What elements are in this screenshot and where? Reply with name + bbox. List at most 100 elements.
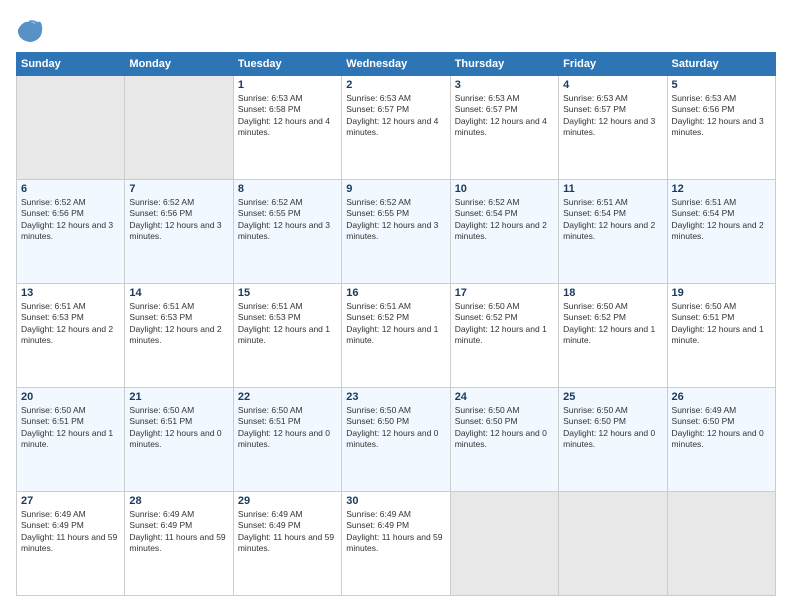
day-info: Sunrise: 6:53 AMSunset: 6:58 PMDaylight:… [238,93,337,139]
calendar-cell: 9Sunrise: 6:52 AMSunset: 6:55 PMDaylight… [342,180,450,284]
calendar-cell: 27 Sunrise: 6:49 AMSunset: 6:49 PMDayligh… [17,492,125,596]
calendar-cell: 16 Sunrise: 6:51 AMSunset: 6:52 PMDayligh… [342,284,450,388]
day-info: Sunrise: 6:52 AMSunset: 6:56 PMDaylight:… [129,197,228,243]
calendar-cell: 7 Sunrise: 6:52 AMSunset: 6:56 PMDaylight… [125,180,233,284]
day-info: Sunrise: 6:49 AMSunset: 6:50 PMDaylight:… [672,405,771,451]
calendar-week-row: 20Sunrise: 6:50 AMSunset: 6:51 PMDayligh… [17,388,776,492]
calendar-cell: 20Sunrise: 6:50 AMSunset: 6:51 PMDayligh… [17,388,125,492]
day-info: Sunrise: 6:51 AMSunset: 6:53 PMDaylight:… [21,301,120,347]
day-number: 21 [129,391,228,403]
day-info: Sunrise: 6:51 AMSunset: 6:53 PMDaylight:… [129,301,228,347]
day-info: Sunrise: 6:50 AMSunset: 6:50 PMDaylight:… [346,405,445,451]
day-number: 5 [672,79,771,91]
page: SundayMondayTuesdayWednesdayThursdayFrid… [0,0,792,612]
calendar-cell [125,76,233,180]
day-number: 1 [238,79,337,91]
day-number: 6 [21,183,120,195]
calendar-cell: 21 Sunrise: 6:50 AMSunset: 6:51 PMDayligh… [125,388,233,492]
day-info: Sunrise: 6:51 AMSunset: 6:53 PMDaylight:… [238,301,337,347]
calendar-cell: 22 Sunrise: 6:50 AMSunset: 6:51 PMDayligh… [233,388,341,492]
calendar-cell: 19Sunrise: 6:50 AMSunset: 6:51 PMDayligh… [667,284,775,388]
day-number: 15 [238,287,337,299]
calendar-cell: 4 Sunrise: 6:53 AMSunset: 6:57 PMDaylight… [559,76,667,180]
day-number: 30 [346,495,445,507]
day-number: 7 [129,183,228,195]
calendar-table: SundayMondayTuesdayWednesdayThursdayFrid… [16,52,776,596]
day-number: 11 [563,183,662,195]
calendar-cell: 13 Sunrise: 6:51 AMSunset: 6:53 PMDayligh… [17,284,125,388]
day-header: Tuesday [233,53,341,76]
day-header: Friday [559,53,667,76]
day-number: 3 [455,79,554,91]
calendar-week-row: 13 Sunrise: 6:51 AMSunset: 6:53 PMDayligh… [17,284,776,388]
day-info: Sunrise: 6:50 AMSunset: 6:51 PMDaylight:… [129,405,228,451]
header [16,16,776,44]
day-number: 14 [129,287,228,299]
day-number: 26 [672,391,771,403]
calendar-cell [450,492,558,596]
day-header: Thursday [450,53,558,76]
day-info: Sunrise: 6:50 AMSunset: 6:51 PMDaylight:… [21,405,120,451]
day-info: Sunrise: 6:50 AMSunset: 6:52 PMDaylight:… [563,301,662,347]
calendar-cell: 18 Sunrise: 6:50 AMSunset: 6:52 PMDayligh… [559,284,667,388]
calendar-cell: 23 Sunrise: 6:50 AMSunset: 6:50 PMDayligh… [342,388,450,492]
calendar-cell: 26 Sunrise: 6:49 AMSunset: 6:50 PMDayligh… [667,388,775,492]
day-info: Sunrise: 6:51 AMSunset: 6:54 PMDaylight:… [672,197,771,243]
day-info: Sunrise: 6:52 AMSunset: 6:55 PMDaylight:… [238,197,337,243]
calendar-cell [559,492,667,596]
day-info: Sunrise: 6:53 AMSunset: 6:57 PMDaylight:… [346,93,445,139]
calendar-cell: 10Sunrise: 6:52 AMSunset: 6:54 PMDayligh… [450,180,558,284]
day-number: 13 [21,287,120,299]
calendar-cell: 25 Sunrise: 6:50 AMSunset: 6:50 PMDayligh… [559,388,667,492]
day-info: Sunrise: 6:50 AMSunset: 6:50 PMDaylight:… [455,405,554,451]
calendar-cell [667,492,775,596]
day-info: Sunrise: 6:50 AMSunset: 6:51 PMDaylight:… [238,405,337,451]
calendar-cell: 11 Sunrise: 6:51 AMSunset: 6:54 PMDayligh… [559,180,667,284]
calendar-cell: 8 Sunrise: 6:52 AMSunset: 6:55 PMDaylight… [233,180,341,284]
day-number: 8 [238,183,337,195]
calendar-cell: 17 Sunrise: 6:50 AMSunset: 6:52 PMDayligh… [450,284,558,388]
day-number: 23 [346,391,445,403]
calendar-cell: 12 Sunrise: 6:51 AMSunset: 6:54 PMDayligh… [667,180,775,284]
day-header: Saturday [667,53,775,76]
day-number: 24 [455,391,554,403]
calendar-header-row: SundayMondayTuesdayWednesdayThursdayFrid… [17,53,776,76]
day-info: Sunrise: 6:53 AMSunset: 6:57 PMDaylight:… [563,93,662,139]
day-number: 22 [238,391,337,403]
day-number: 2 [346,79,445,91]
day-info: Sunrise: 6:50 AMSunset: 6:52 PMDaylight:… [455,301,554,347]
day-number: 16 [346,287,445,299]
day-info: Sunrise: 6:49 AMSunset: 6:49 PMDaylight:… [21,509,120,555]
day-number: 19 [672,287,771,299]
day-info: Sunrise: 6:51 AMSunset: 6:52 PMDaylight:… [346,301,445,347]
day-info: Sunrise: 6:53 AMSunset: 6:57 PMDaylight:… [455,93,554,139]
day-info: Sunrise: 6:49 AMSunset: 6:49 PMDaylight:… [129,509,228,555]
day-info: Sunrise: 6:50 AMSunset: 6:50 PMDaylight:… [563,405,662,451]
calendar-cell: 1 Sunrise: 6:53 AMSunset: 6:58 PMDaylight… [233,76,341,180]
calendar-cell: 24 Sunrise: 6:50 AMSunset: 6:50 PMDayligh… [450,388,558,492]
calendar-cell: 15 Sunrise: 6:51 AMSunset: 6:53 PMDayligh… [233,284,341,388]
calendar-cell: 30 Sunrise: 6:49 AMSunset: 6:49 PMDayligh… [342,492,450,596]
calendar-week-row: 27 Sunrise: 6:49 AMSunset: 6:49 PMDayligh… [17,492,776,596]
day-number: 12 [672,183,771,195]
day-header: Monday [125,53,233,76]
day-number: 4 [563,79,662,91]
calendar-cell: 6 Sunrise: 6:52 AMSunset: 6:56 PMDaylight… [17,180,125,284]
day-number: 17 [455,287,554,299]
calendar-cell [17,76,125,180]
calendar-week-row: 1 Sunrise: 6:53 AMSunset: 6:58 PMDaylight… [17,76,776,180]
day-info: Sunrise: 6:52 AMSunset: 6:56 PMDaylight:… [21,197,120,243]
day-number: 27 [21,495,120,507]
day-header: Wednesday [342,53,450,76]
day-info: Sunrise: 6:49 AMSunset: 6:49 PMDaylight:… [346,509,445,555]
day-info: Sunrise: 6:51 AMSunset: 6:54 PMDaylight:… [563,197,662,243]
day-info: Sunrise: 6:53 AMSunset: 6:56 PMDaylight:… [672,93,771,139]
day-number: 18 [563,287,662,299]
calendar-cell: 28Sunrise: 6:49 AMSunset: 6:49 PMDayligh… [125,492,233,596]
calendar-cell: 14 Sunrise: 6:51 AMSunset: 6:53 PMDayligh… [125,284,233,388]
day-number: 9 [346,183,445,195]
calendar-cell: 2 Sunrise: 6:53 AMSunset: 6:57 PMDaylight… [342,76,450,180]
day-number: 25 [563,391,662,403]
day-header: Sunday [17,53,125,76]
calendar-cell: 3 Sunrise: 6:53 AMSunset: 6:57 PMDaylight… [450,76,558,180]
